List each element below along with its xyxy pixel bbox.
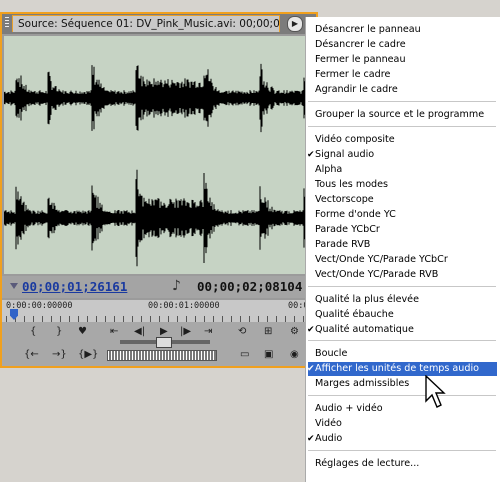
tab-grip-icon[interactable] — [5, 17, 9, 29]
note-icon[interactable]: ♪ — [172, 278, 181, 294]
output-icon[interactable]: ⚙ — [290, 326, 299, 338]
waveform-svg — [4, 63, 316, 267]
timecode-row: 00;00;01;26161 ♪ 00;00;02;08104 — [2, 276, 316, 298]
audio-waveform-display — [4, 36, 316, 274]
menu-item-label: Marges admissibles — [315, 378, 410, 389]
source-monitor-panel: Source: Séquence 01: DV_Pink_Music.avi: … — [0, 12, 318, 368]
menu-item-label: Désancrer le panneau — [315, 24, 421, 35]
play-in-to-out-icon[interactable]: {▶} — [78, 349, 98, 361]
export-frame-icon[interactable]: ◉ — [290, 349, 299, 361]
menu-item-label: Fermer le panneau — [315, 54, 406, 65]
menu-item-label: Parade YCbCr — [315, 224, 380, 235]
mark-out-icon[interactable]: } — [56, 326, 62, 338]
menu-item-label: Audio + vidéo — [315, 403, 383, 414]
menu-item-label: Vidéo — [315, 418, 342, 429]
menu-item-label: Afficher les unités de temps audio — [315, 363, 480, 374]
insert-icon[interactable]: ▭ — [240, 349, 249, 361]
menu-item-label: Qualité la plus élevée — [315, 294, 419, 305]
menu-item-label: Vectorscope — [315, 194, 374, 205]
menu-separator — [308, 101, 496, 102]
shuttle-control[interactable] — [107, 350, 217, 361]
current-time-display[interactable]: 00;00;01;26161 — [22, 279, 127, 294]
loop-icon[interactable]: ⟲ — [238, 326, 246, 338]
mark-in-icon[interactable]: { — [30, 326, 36, 338]
menu-item-label: Vect/Onde YC/Parade YCbCr — [315, 254, 448, 265]
mouse-cursor-icon — [425, 375, 446, 408]
menu-item-label: Parade RVB — [315, 239, 371, 250]
menu-item-label: Vect/Onde YC/Parade RVB — [315, 269, 439, 280]
ruler-label: 00:00:01:00000 — [148, 301, 220, 311]
menu-item-label: Signal audio — [315, 149, 375, 160]
overlay-icon[interactable]: ▣ — [264, 349, 273, 361]
menu-separator — [308, 340, 496, 341]
menu-separator — [308, 286, 496, 287]
source-tab[interactable]: Source: Séquence 01: DV_Pink_Music.avi: … — [12, 15, 280, 32]
menu-separator — [308, 450, 496, 451]
checkmark-icon: ✔ — [307, 364, 315, 374]
go-to-in-icon[interactable]: ⇤ — [110, 326, 118, 338]
jog-knob[interactable] — [156, 337, 172, 348]
menu-separator — [308, 126, 496, 127]
menu-item-label: Forme d'onde YC — [315, 209, 396, 220]
menu-item-label: Agrandir le cadre — [315, 84, 398, 95]
empty-workspace — [0, 368, 318, 482]
panel-tab-bar: Source: Séquence 01: DV_Pink_Music.avi: … — [2, 14, 316, 34]
step-forward-icon[interactable]: |▶ — [180, 326, 191, 338]
go-to-out-icon[interactable]: ⇥ — [204, 326, 212, 338]
jog-slider[interactable] — [120, 337, 210, 348]
panel-context-menu: Désancrer le panneau Désancrer le cadre Fe… — [305, 17, 500, 482]
menu-item-label: Désancrer le cadre — [315, 39, 406, 50]
menu-item-label: Audio — [315, 433, 343, 444]
menu-separator — [308, 395, 496, 396]
checkmark-icon: ✔ — [307, 325, 315, 335]
menu-item-label: Fermer le cadre — [315, 69, 391, 80]
menu-item-label: Qualité automatique — [315, 324, 414, 335]
go-to-next-marker-icon[interactable]: →} — [52, 349, 67, 361]
go-to-prev-marker-icon[interactable]: {← — [24, 349, 39, 361]
menu-item-label: Qualité ébauche — [315, 309, 394, 320]
menu-item-label: Grouper la source et le programme — [315, 109, 485, 120]
checkmark-icon: ✔ — [307, 434, 315, 444]
menu-item-label: Boucle — [315, 348, 348, 359]
checkmark-icon: ✔ — [307, 150, 315, 160]
step-back-icon[interactable]: ◀| — [134, 326, 145, 338]
menu-item-label: Tous les modes — [315, 179, 389, 190]
transport-controls: { } ♥ ⇤ ◀| ▶ |▶ ⇥ ⟲ ⊞ ⚙ {← →} {▶} ▭ ▣ ◉ — [2, 322, 316, 366]
menu-item-label: Alpha — [315, 164, 343, 175]
marker-set-icon[interactable]: ♥ — [78, 326, 87, 338]
time-ruler[interactable]: 0:00:00:00000 00:00:01:00000 00:0 — [2, 300, 316, 322]
marker-icon — [10, 283, 18, 289]
menu-item-label: Vidéo composite — [315, 134, 395, 145]
menu-arrow-icon[interactable]: ▶ — [287, 16, 303, 32]
duration-display: 00;00;02;08104 — [197, 279, 303, 294]
menu-item-label: Réglages de lecture... — [315, 458, 420, 469]
safe-margins-icon[interactable]: ⊞ — [264, 326, 272, 338]
